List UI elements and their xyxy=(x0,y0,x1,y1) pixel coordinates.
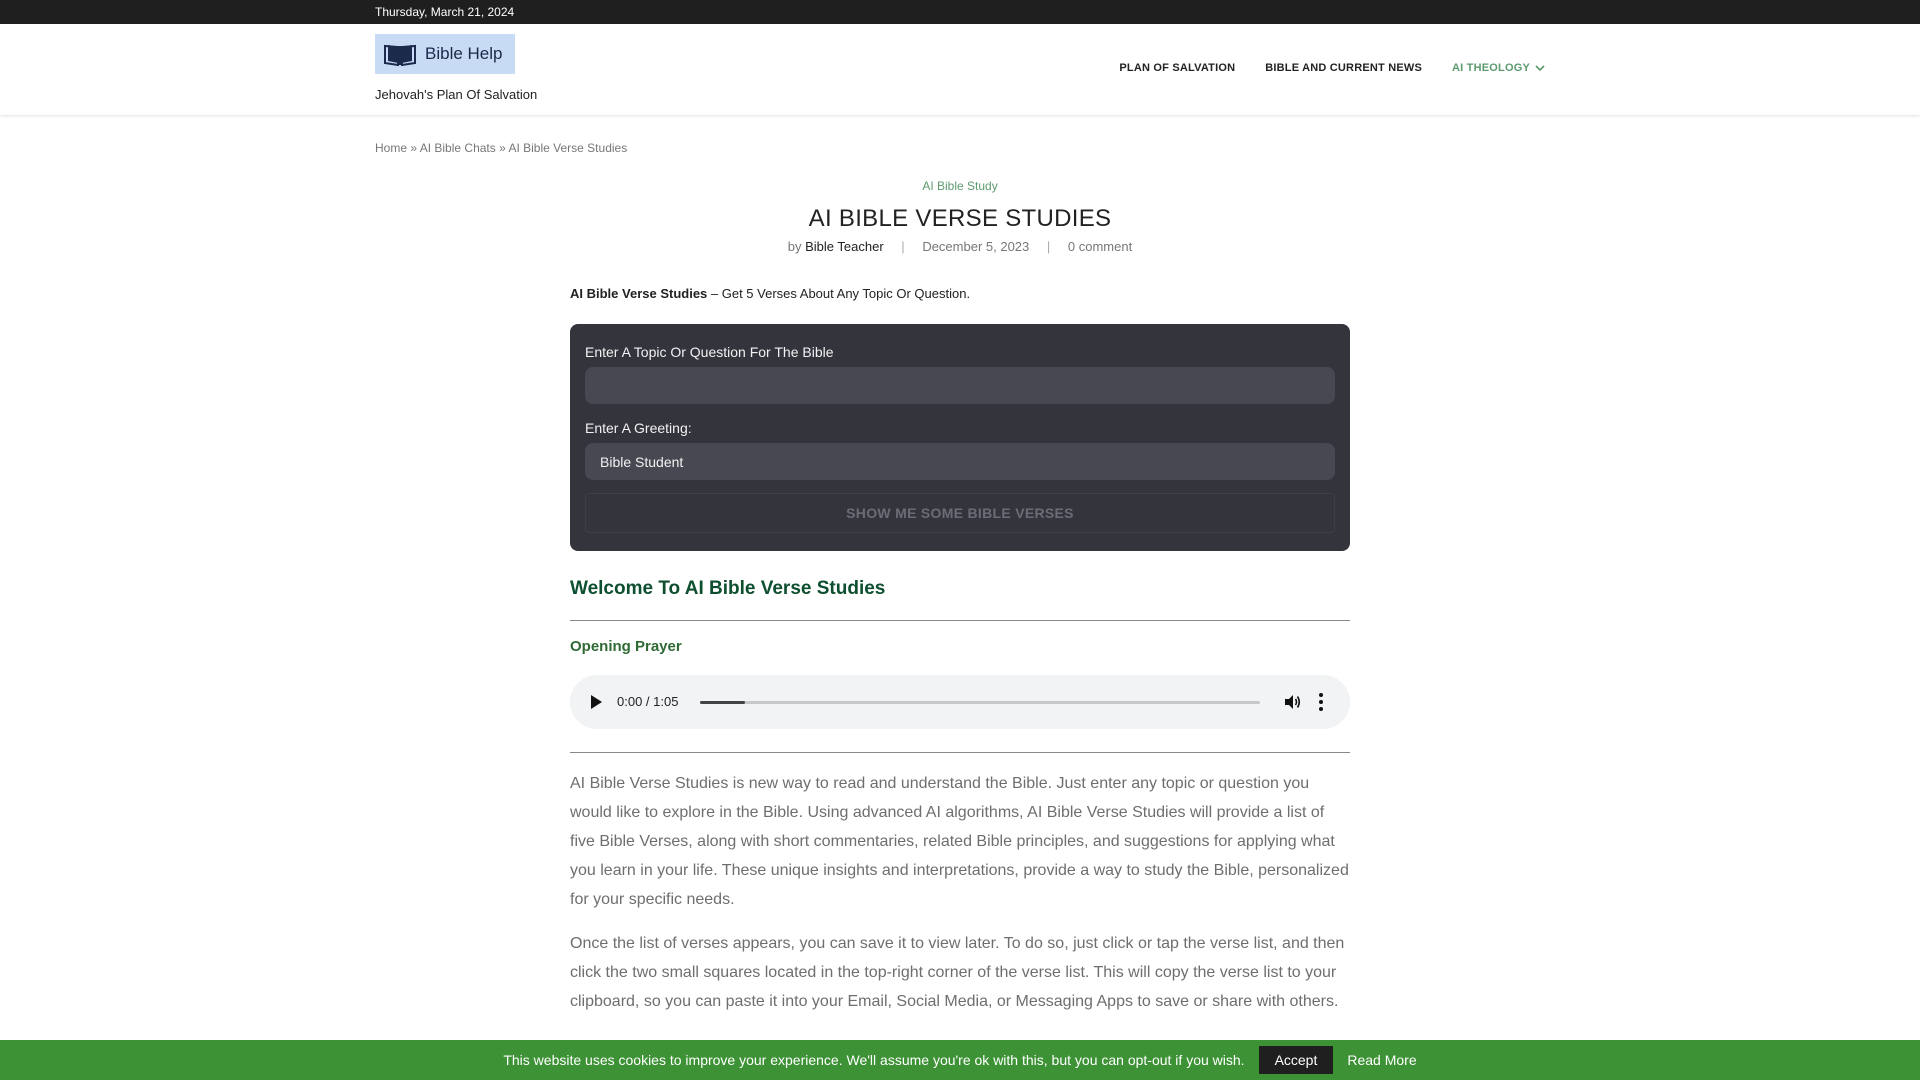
post-comments[interactable]: 0 comment xyxy=(1068,239,1132,254)
volume-icon[interactable] xyxy=(1283,693,1301,711)
site-header: Bible Help Jehovah's Plan Of Salvation P… xyxy=(0,24,1920,115)
nav-plan-of-salvation[interactable]: PLAN OF SALVATION xyxy=(1119,62,1235,74)
greeting-input[interactable] xyxy=(585,443,1335,480)
post-author[interactable]: Bible Teacher xyxy=(805,239,884,254)
main-nav: PLAN OF SALVATION BIBLE AND CURRENT NEWS… xyxy=(1119,62,1545,74)
cookie-banner: This website uses cookies to improve you… xyxy=(0,1040,1920,1080)
welcome-heading: Welcome To AI Bible Verse Studies xyxy=(570,578,886,599)
play-icon[interactable] xyxy=(589,694,603,710)
cookie-message: This website uses cookies to improve you… xyxy=(503,1052,1245,1068)
chevron-down-icon xyxy=(1535,65,1545,72)
show-verses-button[interactable]: SHOW ME SOME BIBLE VERSES xyxy=(585,493,1335,533)
meta-separator: | xyxy=(1046,239,1051,254)
breadcrumb: Home » AI Bible Chats » AI Bible Verse S… xyxy=(375,141,627,155)
open-book-icon xyxy=(384,44,416,66)
nav-ai-theology-label: AI THEOLOGY xyxy=(1452,62,1530,74)
breadcrumb-ai-bible-chats[interactable]: AI Bible Chats xyxy=(420,141,496,155)
breadcrumb-separator: » xyxy=(499,141,506,155)
nav-ai-theology[interactable]: AI THEOLOGY xyxy=(1452,62,1545,74)
breadcrumb-current: AI Bible Verse Studies xyxy=(508,141,628,155)
intro-bold: AI Bible Verse Studies xyxy=(570,286,708,301)
nav-bible-and-current-news[interactable]: BIBLE AND CURRENT NEWS xyxy=(1265,62,1422,74)
post-meta: by Bible Teacher | December 5, 2023 | 0 … xyxy=(570,239,1350,254)
site-tagline: Jehovah's Plan Of Salvation xyxy=(375,87,538,102)
body-paragraph: Once the list of verses appears, you can… xyxy=(570,935,1345,1010)
audio-progress-track[interactable] xyxy=(700,701,1260,704)
intro-text: – Get 5 Verses About Any Topic Or Questi… xyxy=(707,286,971,301)
by-label: by xyxy=(787,239,802,254)
logo-text: Bible Help xyxy=(425,44,503,63)
top-bar: Thursday, March 21, 2024 xyxy=(0,0,1920,24)
meta-separator: | xyxy=(901,239,905,254)
audio-player: 0:00 / 1:05 xyxy=(570,675,1350,729)
breadcrumb-home[interactable]: Home xyxy=(375,141,407,155)
post-intro: AI Bible Verse Studies – Get 5 Verses Ab… xyxy=(570,286,970,301)
accept-cookies-button[interactable]: Accept xyxy=(1258,1046,1334,1074)
opening-prayer-heading: Opening Prayer xyxy=(570,638,682,655)
post-category[interactable]: AI Bible Study xyxy=(570,179,1350,193)
page-title: AI BIBLE VERSE STUDIES xyxy=(808,205,1112,232)
read-more-link[interactable]: Read More xyxy=(1347,1052,1416,1068)
current-date: Thursday, March 21, 2024 xyxy=(375,5,515,19)
divider xyxy=(570,620,1350,621)
verse-study-form: Enter A Topic Or Question For The Bible … xyxy=(570,324,1350,551)
audio-time: 0:00 / 1:05 xyxy=(617,694,679,709)
breadcrumb-separator: » xyxy=(410,141,418,155)
topic-label: Enter A Topic Or Question For The Bible xyxy=(585,344,834,360)
more-options-icon[interactable] xyxy=(1318,692,1324,712)
topic-input[interactable] xyxy=(585,367,1335,404)
post-date: December 5, 2023 xyxy=(922,239,1030,254)
audio-progress-fill xyxy=(700,701,745,704)
body-paragraph: AI Bible Verse Studies is new way to rea… xyxy=(570,775,1349,908)
site-logo[interactable]: Bible Help xyxy=(375,34,515,74)
divider xyxy=(570,752,1350,753)
greeting-label: Enter A Greeting: xyxy=(585,420,692,436)
